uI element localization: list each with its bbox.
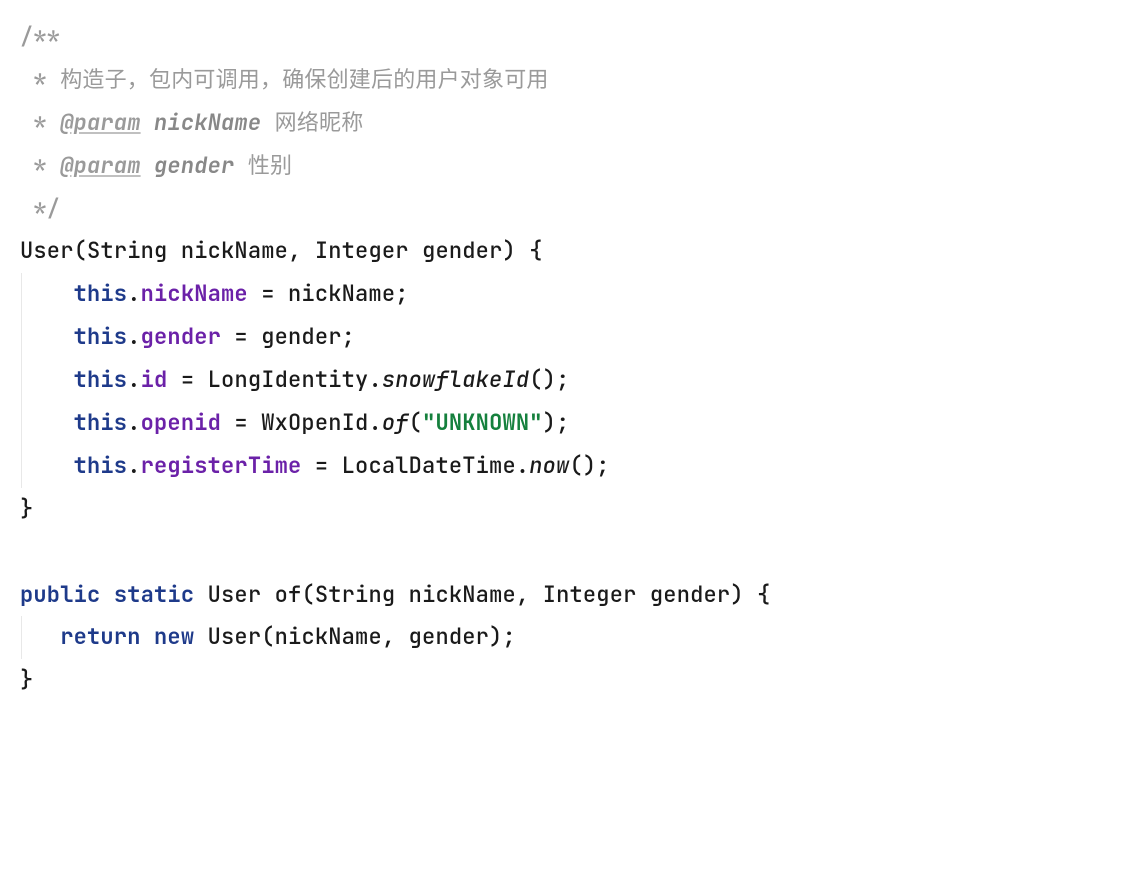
javadoc-param1: * @param nickName 网络昵称 — [20, 108, 363, 137]
ctor-line-5: this.registerTime = LocalDateTime.now(); — [20, 451, 610, 480]
javadoc-open: /** — [20, 22, 60, 51]
ctor-close: } — [20, 494, 33, 523]
ctor-line-4: this.openid = WxOpenId.of("UNKNOWN"); — [20, 408, 569, 437]
code-block: /** * 构造子，包内可调用，确保创建后的用户对象可用 * @param ni… — [20, 16, 1128, 702]
ctor-line-1: this.nickName = nickName; — [20, 279, 409, 308]
factory-close: } — [20, 665, 33, 694]
ctor-line-2: this.gender = gender; — [20, 322, 355, 351]
factory-body: return new User(nickName, gender); — [20, 622, 516, 651]
javadoc-param2: * @param gender 性别 — [20, 151, 292, 180]
factory-signature: public static User of(String nickName, I… — [20, 580, 771, 609]
javadoc-desc-line: * 构造子，包内可调用，确保创建后的用户对象可用 — [20, 65, 549, 94]
ctor-line-3: this.id = LongIdentity.snowflakeId(); — [20, 365, 569, 394]
javadoc-close: */ — [20, 194, 60, 223]
constructor-signature: User(String nickName, Integer gender) { — [20, 236, 543, 265]
